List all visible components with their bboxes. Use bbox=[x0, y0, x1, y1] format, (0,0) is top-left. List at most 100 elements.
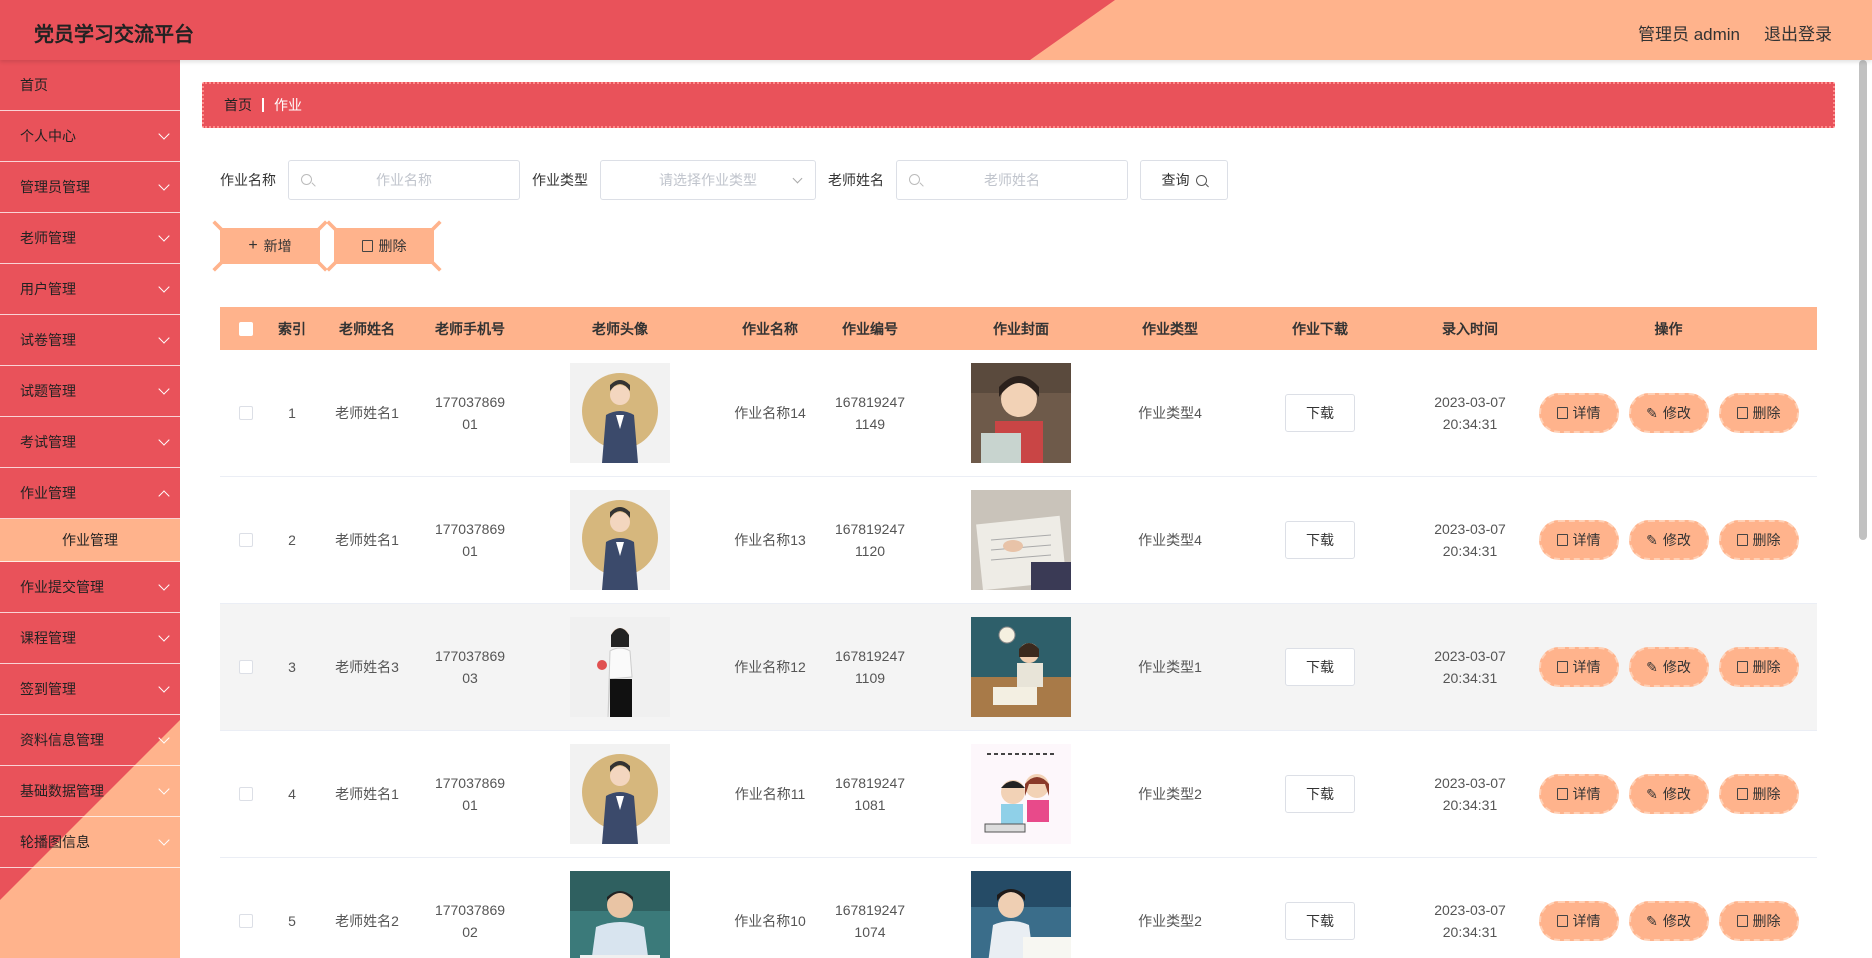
query-button[interactable]: 查询 bbox=[1140, 160, 1228, 200]
delete-button[interactable]: 删除 bbox=[1718, 647, 1799, 687]
add-button[interactable]: + 新增 bbox=[220, 228, 320, 264]
download-button[interactable]: 下载 bbox=[1285, 775, 1355, 813]
number-line-1: 167819247 bbox=[834, 775, 906, 791]
header-homework-cover: 作业封面 bbox=[993, 320, 1049, 337]
header-user-area: 管理员 admin 退出登录 bbox=[1638, 20, 1832, 45]
row-index: 5 bbox=[288, 913, 296, 929]
row-homework-number: 167819247 1081 bbox=[818, 772, 922, 816]
download-button[interactable]: 下载 bbox=[1285, 902, 1355, 940]
phone-line-2: 02 bbox=[462, 924, 478, 940]
sidebar-item-homework-submit-management[interactable]: 作业提交管理 bbox=[0, 562, 180, 613]
table-row: 2 老师姓名1 177037869 01 作业名称13 167819247 1120… bbox=[220, 477, 1817, 604]
query-button-label: 查询 bbox=[1161, 172, 1190, 188]
sidebar-item-signin-management[interactable]: 签到管理 bbox=[0, 664, 180, 715]
row-checkbox[interactable] bbox=[239, 914, 253, 928]
sidebar-item-label: 资料信息管理 bbox=[20, 732, 104, 748]
sidebar-item-carousel-info[interactable]: 轮播图信息 bbox=[0, 817, 180, 868]
row-index: 3 bbox=[288, 659, 296, 675]
header-red-band bbox=[0, 0, 1115, 60]
batch-delete-button[interactable]: 删除 bbox=[334, 228, 434, 264]
delete-button[interactable]: 删除 bbox=[1718, 520, 1799, 560]
logout-link[interactable]: 退出登录 bbox=[1764, 20, 1832, 45]
sidebar-item-base-data-management[interactable]: 基础数据管理 bbox=[0, 766, 180, 817]
row-checkbox[interactable] bbox=[239, 787, 253, 801]
download-button[interactable]: 下载 bbox=[1285, 648, 1355, 686]
delete-button[interactable]: 删除 bbox=[1718, 901, 1799, 941]
page-scrollbar[interactable] bbox=[1859, 60, 1867, 958]
sidebar-menu: 首页 个人中心 管理员管理 老师管理 用户管理 试卷管理 试题管理 考试管理 作… bbox=[0, 60, 180, 868]
sidebar-subitem-homework-management[interactable]: 作业管理 bbox=[0, 519, 180, 562]
sidebar-item-home[interactable]: 首页 bbox=[0, 60, 180, 111]
select-all-cell bbox=[220, 321, 272, 336]
row-checkbox[interactable] bbox=[239, 406, 253, 420]
sidebar-item-teacher-management[interactable]: 老师管理 bbox=[0, 213, 180, 264]
sidebar-item-question-management[interactable]: 试题管理 bbox=[0, 366, 180, 417]
time-line-date: 2023-03-07 bbox=[1434, 775, 1506, 791]
download-button[interactable]: 下载 bbox=[1285, 521, 1355, 559]
chevron-down-icon bbox=[158, 579, 170, 591]
scrollbar-thumb[interactable] bbox=[1859, 60, 1867, 540]
number-line-1: 167819247 bbox=[834, 394, 906, 410]
phone-line-1: 177037869 bbox=[434, 775, 506, 791]
sidebar-item-material-management[interactable]: 资料信息管理 bbox=[0, 715, 180, 766]
number-line-2: 1109 bbox=[854, 670, 886, 686]
phone-line-1: 177037869 bbox=[434, 902, 506, 918]
sidebar-item-label: 首页 bbox=[20, 77, 48, 93]
row-teacher-name: 老师姓名2 bbox=[335, 913, 399, 929]
teacher-name-input[interactable]: 老师姓名 bbox=[896, 160, 1128, 200]
sidebar-item-label: 基础数据管理 bbox=[20, 783, 104, 799]
number-line-2: 1149 bbox=[854, 416, 886, 432]
sidebar-item-paper-management[interactable]: 试卷管理 bbox=[0, 315, 180, 366]
homework-type-select[interactable]: 请选择作业类型 bbox=[600, 160, 816, 200]
row-homework-number: 167819247 1120 bbox=[818, 518, 922, 562]
sidebar-item-course-management[interactable]: 课程管理 bbox=[0, 613, 180, 664]
select-all-checkbox[interactable] bbox=[239, 321, 253, 336]
sidebar-item-personal-center[interactable]: 个人中心 bbox=[0, 111, 180, 162]
row-operations: 详情 ✎ 修改 删除 bbox=[1520, 647, 1817, 687]
time-line-time: 20:34:31 bbox=[1442, 543, 1498, 559]
detail-button[interactable]: 详情 bbox=[1538, 774, 1619, 814]
homework-table: 索引 老师姓名 老师手机号 老师头像 作业名称 作业编号 作业封面 作业类型 作… bbox=[220, 307, 1817, 958]
homework-cover-image bbox=[971, 617, 1071, 717]
teacher-name-label: 老师姓名 bbox=[828, 172, 884, 188]
detail-button[interactable]: 详情 bbox=[1538, 647, 1619, 687]
sidebar-item-label: 试卷管理 bbox=[20, 332, 76, 348]
time-line-date: 2023-03-07 bbox=[1434, 648, 1506, 664]
trash-icon bbox=[1736, 661, 1748, 673]
sidebar-item-exam-management[interactable]: 考试管理 bbox=[0, 417, 180, 468]
chevron-down-icon bbox=[158, 128, 170, 140]
edit-button[interactable]: ✎ 修改 bbox=[1628, 647, 1709, 687]
edit-button[interactable]: ✎ 修改 bbox=[1628, 393, 1709, 433]
detail-button[interactable]: 详情 bbox=[1538, 393, 1619, 433]
sidebar-item-label: 老师管理 bbox=[20, 230, 76, 246]
edit-button[interactable]: ✎ 修改 bbox=[1628, 774, 1709, 814]
number-line-2: 1120 bbox=[854, 543, 886, 559]
header-teacher-name: 老师姓名 bbox=[339, 320, 395, 337]
homework-name-label: 作业名称 bbox=[220, 172, 276, 188]
row-homework-number: 167819247 1109 bbox=[818, 645, 922, 689]
sidebar-item-label: 作业提交管理 bbox=[20, 579, 104, 595]
header-homework-name: 作业名称 bbox=[742, 320, 798, 337]
detail-button[interactable]: 详情 bbox=[1538, 901, 1619, 941]
header-homework-type: 作业类型 bbox=[1142, 320, 1198, 337]
row-checkbox[interactable] bbox=[239, 660, 253, 674]
edit-button[interactable]: ✎ 修改 bbox=[1628, 520, 1709, 560]
edit-button[interactable]: ✎ 修改 bbox=[1628, 901, 1709, 941]
row-homework-name: 作业名称12 bbox=[734, 659, 806, 675]
sidebar-item-admin-management[interactable]: 管理员管理 bbox=[0, 162, 180, 213]
chevron-down-icon bbox=[158, 434, 170, 446]
download-button[interactable]: 下载 bbox=[1285, 394, 1355, 432]
row-checkbox[interactable] bbox=[239, 533, 253, 547]
delete-button[interactable]: 删除 bbox=[1718, 774, 1799, 814]
trash-icon bbox=[1736, 407, 1748, 419]
breadcrumb-home[interactable]: 首页 bbox=[224, 95, 252, 115]
detail-button[interactable]: 详情 bbox=[1538, 520, 1619, 560]
header-homework-number: 作业编号 bbox=[842, 320, 898, 337]
row-teacher-name: 老师姓名1 bbox=[335, 786, 399, 802]
sidebar-item-user-management[interactable]: 用户管理 bbox=[0, 264, 180, 315]
sidebar-item-homework-management[interactable]: 作业管理 bbox=[0, 468, 180, 519]
row-teacher-phone: 177037869 01 bbox=[422, 391, 518, 435]
action-bar: + 新增 删除 bbox=[220, 228, 434, 264]
homework-name-input[interactable]: 作业名称 bbox=[288, 160, 520, 200]
delete-button[interactable]: 删除 bbox=[1718, 393, 1799, 433]
